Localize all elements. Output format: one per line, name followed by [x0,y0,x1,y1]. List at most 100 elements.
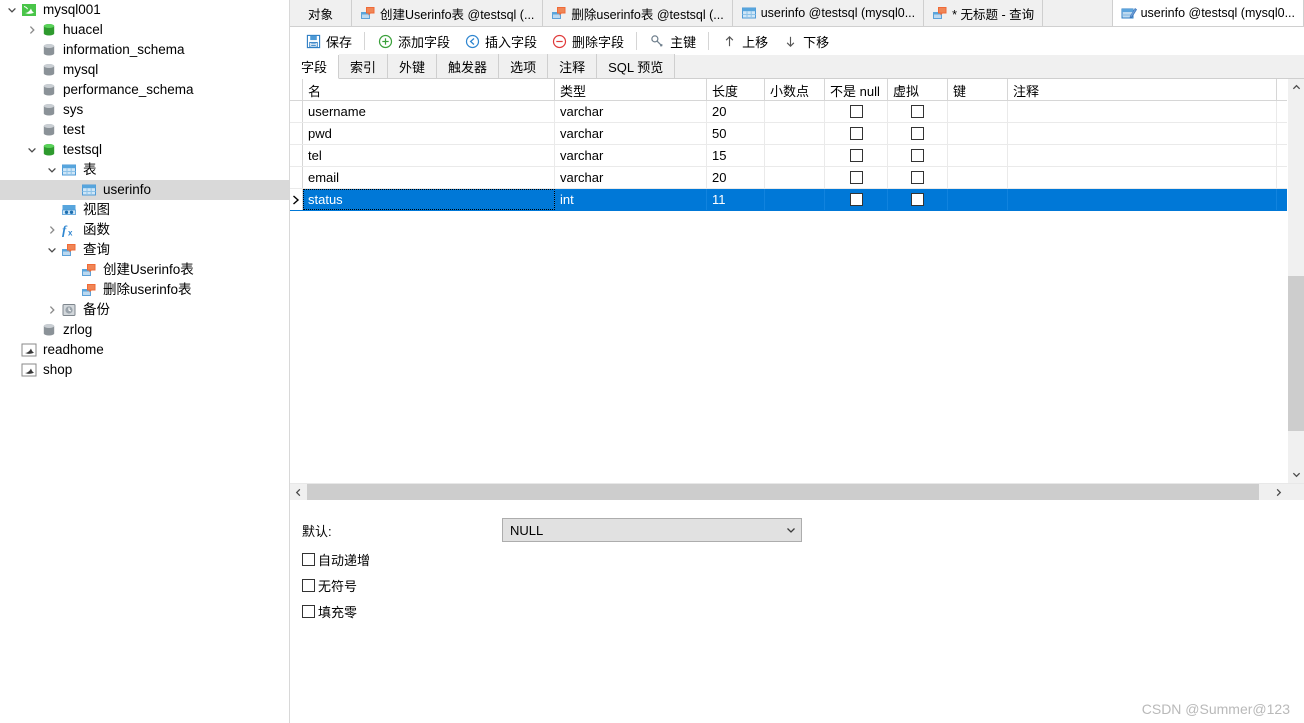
cell-virtual[interactable] [888,101,948,122]
cell-virtual[interactable] [888,145,948,166]
grid-hscroll-thumb[interactable] [307,483,1259,501]
tab-userinfo-design[interactable]: userinfo @testsql (mysql0... [1111,0,1304,26]
grid-column-header-5[interactable]: 虚拟 [888,79,948,100]
virtual-checkbox[interactable] [911,193,924,206]
virtual-checkbox[interactable] [911,149,924,162]
row-indicator[interactable] [290,167,303,188]
cell-decimals[interactable] [765,101,825,122]
primary-key-button[interactable]: 主键 [642,29,703,53]
tree-item-查询[interactable]: 查询 [0,240,289,260]
cell-notnull[interactable] [825,189,888,210]
grid-hscroll-track[interactable] [307,483,1270,501]
row-indicator[interactable] [290,189,303,210]
notnull-checkbox[interactable] [849,105,863,118]
row-indicator[interactable] [290,145,303,166]
tree-item-zrlog[interactable]: zrlog [0,320,289,340]
tree-item-mysql[interactable]: mysql [0,60,289,80]
tree-item-readhome[interactable]: readhome [0,340,289,360]
save-button[interactable]: 保存 [298,29,359,53]
move-down-button[interactable]: 下移 [775,29,836,53]
tree-twisty-down-icon[interactable] [44,240,60,260]
scroll-right-icon[interactable] [1270,488,1287,497]
cell-type[interactable]: varchar [555,123,707,144]
document-tab-0[interactable]: 创建Userinfo表 @testsql (... [352,0,544,26]
grid-column-header-4[interactable]: 不是 null [825,79,888,100]
cell-decimals[interactable] [765,123,825,144]
cell-type[interactable]: varchar [555,101,707,122]
tree-twisty-right-icon[interactable] [24,20,40,40]
cell-virtual[interactable] [888,167,948,188]
designer-subtabs[interactable]: 字段 索引 外键 触发器 选项 注释 SQL 预览 [290,54,1304,79]
tree-item-删除userinfo表[interactable]: 删除userinfo表 [0,280,289,300]
subtab-3[interactable]: 触发器 [437,54,500,78]
tab-objects[interactable]: 对象 [290,0,352,26]
cell-length[interactable]: 15 [707,145,765,166]
subtab-0[interactable]: 字段 [290,55,340,79]
document-tab-3[interactable]: * 无标题 - 查询 [924,0,1044,26]
virtual-checkbox[interactable] [911,171,924,184]
tree-twisty-none-icon[interactable] [64,180,80,200]
subtab-5[interactable]: 注释 [548,54,598,78]
cell-type[interactable]: varchar [555,145,707,166]
cell-key[interactable] [948,189,1008,210]
cell-length[interactable]: 20 [707,101,765,122]
tree-item-备份[interactable]: 备份 [0,300,289,320]
subtab-2[interactable]: 外键 [388,54,438,78]
cell-notnull[interactable] [825,101,888,122]
tree-twisty-right-icon[interactable] [44,220,60,240]
cell-length[interactable]: 20 [707,167,765,188]
cell-type[interactable]: varchar [555,167,707,188]
fields-grid[interactable]: 名 类型 长度 小数点 不是 null 虚拟 键 注释 username varchar 20 pw… [290,79,1304,483]
document-tab-1[interactable]: 删除userinfo表 @testsql (... [543,0,733,26]
tree-twisty-none-icon[interactable] [4,360,20,380]
tree-item-testsql[interactable]: testsql [0,140,289,160]
cell-length[interactable]: 50 [707,123,765,144]
tree-twisty-none-icon[interactable] [4,340,20,360]
tree-twisty-down-icon[interactable] [24,140,40,160]
cell-decimals[interactable] [765,145,825,166]
cell-decimals[interactable] [765,189,825,210]
grid-column-header-0[interactable]: 名 [303,79,555,100]
object-tree-sidebar[interactable]: mysql001 huacel information_schema mysql per… [0,0,290,723]
cell-comment[interactable] [1008,145,1277,166]
tree-item-test[interactable]: test [0,120,289,140]
cell-name[interactable]: tel [303,145,555,166]
tree-item-shop[interactable]: shop [0,360,289,380]
row-indicator[interactable] [290,123,303,144]
property-checkbox[interactable] [302,604,315,618]
cell-comment[interactable] [1008,123,1277,144]
tree-twisty-right-icon[interactable] [44,300,60,320]
cell-notnull[interactable] [825,167,888,188]
cell-decimals[interactable] [765,167,825,188]
grid-column-header-6[interactable]: 键 [948,79,1008,100]
grid-vscroll-thumb[interactable] [1288,276,1304,431]
notnull-checkbox[interactable] [849,171,863,184]
cell-comment[interactable] [1008,101,1277,122]
scroll-up-icon[interactable] [1288,79,1304,96]
designer-toolbar[interactable]: 保存 添加字段 插入字段 删除字段 主键 上移 下移 [290,27,1304,55]
subtab-6[interactable]: SQL 预览 [597,54,676,78]
notnull-checkbox[interactable] [849,149,863,162]
cell-notnull[interactable] [825,123,888,144]
grid-column-header-2[interactable]: 长度 [707,79,765,100]
field-properties-panel[interactable]: 默认: NULL 自动递增 无符号 填充零 CSDN @Summer@123 [290,500,1304,723]
table-row[interactable]: status int 11 [290,189,1287,211]
tree-item-表[interactable]: 表 [0,160,289,180]
cell-key[interactable] [948,167,1008,188]
tree-item-创建Userinfo表[interactable]: 创建Userinfo表 [0,260,289,280]
tree-twisty-none-icon[interactable] [64,260,80,280]
grid-column-header-3[interactable]: 小数点 [765,79,825,100]
table-row[interactable]: pwd varchar 50 [290,123,1287,145]
tree-twisty-none-icon[interactable] [44,200,60,220]
insert-field-button[interactable]: 插入字段 [457,29,544,53]
table-row[interactable]: tel varchar 15 [290,145,1287,167]
cell-name[interactable]: username [303,101,555,122]
cell-virtual[interactable] [888,123,948,144]
tree-item-performance_schema[interactable]: performance_schema [0,80,289,100]
scroll-left-icon[interactable] [290,488,307,497]
add-field-button[interactable]: 添加字段 [370,29,457,53]
cell-notnull[interactable] [825,145,888,166]
subtab-4[interactable]: 选项 [499,54,549,78]
cell-length[interactable]: 11 [707,189,765,210]
cell-comment[interactable] [1008,167,1277,188]
